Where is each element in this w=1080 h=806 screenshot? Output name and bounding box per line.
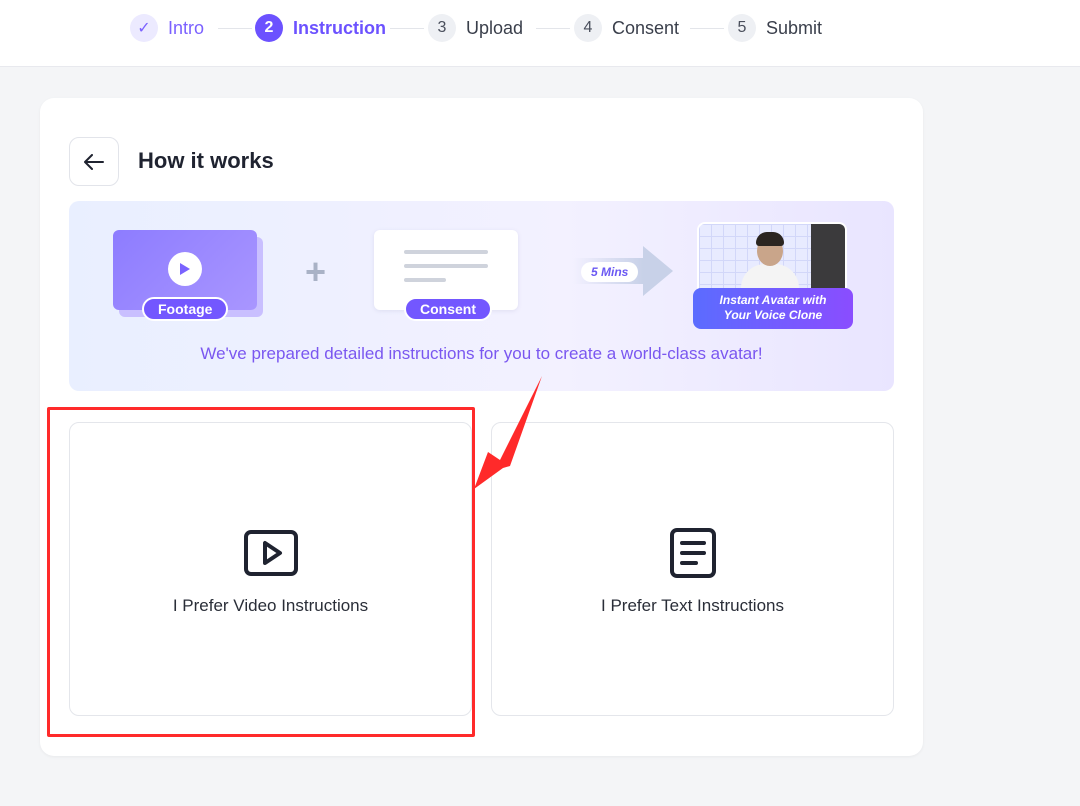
- page-title: How it works: [138, 148, 274, 173]
- step-connector: [536, 28, 570, 29]
- step-number: 3: [428, 14, 456, 42]
- back-button[interactable]: [69, 137, 119, 186]
- arrow-left-icon: [84, 153, 104, 170]
- step-number: 2: [255, 14, 283, 42]
- step-label: Consent: [612, 17, 680, 38]
- result-line-2: Your Voice Clone: [723, 308, 823, 322]
- step-intro[interactable]: ✓ Intro: [130, 14, 204, 42]
- person-hair: [756, 232, 784, 246]
- option-label: I Prefer Text Instructions: [601, 596, 784, 615]
- progress-stepper: ✓ Intro 2 Instruction 3 Upload 4 Consent…: [0, 0, 1080, 67]
- step-connector: [690, 28, 724, 29]
- how-it-works-banner: Footage + Consent 5 Mins Instant Avatar …: [69, 201, 894, 391]
- result-line-1: Instant Avatar with: [719, 293, 827, 307]
- footage-label: Footage: [142, 297, 229, 321]
- arrow-right-icon: [643, 246, 673, 296]
- step-label: Submit: [766, 17, 823, 38]
- step-upload[interactable]: 3 Upload: [428, 14, 523, 42]
- annotation-highlight: [47, 407, 475, 737]
- play-icon: [168, 252, 202, 286]
- step-label: Upload: [466, 17, 524, 38]
- step-connector: [390, 28, 424, 29]
- step-number: 5: [728, 14, 756, 42]
- step-label: Instruction: [293, 17, 386, 38]
- consent-label: Consent: [404, 297, 492, 321]
- text-instructions-option[interactable]: I Prefer Text Instructions: [491, 422, 894, 716]
- text-line: [404, 278, 446, 282]
- duration-label: 5 Mins: [581, 262, 639, 282]
- check-icon: ✓: [130, 14, 158, 42]
- step-connector: [218, 28, 252, 29]
- step-submit[interactable]: 5 Submit: [728, 14, 822, 42]
- step-instruction[interactable]: 2 Instruction: [255, 14, 386, 42]
- step-label: Intro: [168, 17, 205, 38]
- step-consent[interactable]: 4 Consent: [574, 14, 679, 42]
- document-text-icon: [665, 527, 721, 579]
- result-label: Instant Avatar with Your Voice Clone: [693, 288, 853, 329]
- text-line: [404, 264, 488, 268]
- banner-caption: We've prepared detailed instructions for…: [200, 344, 763, 363]
- text-line: [404, 250, 488, 254]
- plus-icon: +: [305, 251, 327, 292]
- step-number: 4: [574, 14, 602, 42]
